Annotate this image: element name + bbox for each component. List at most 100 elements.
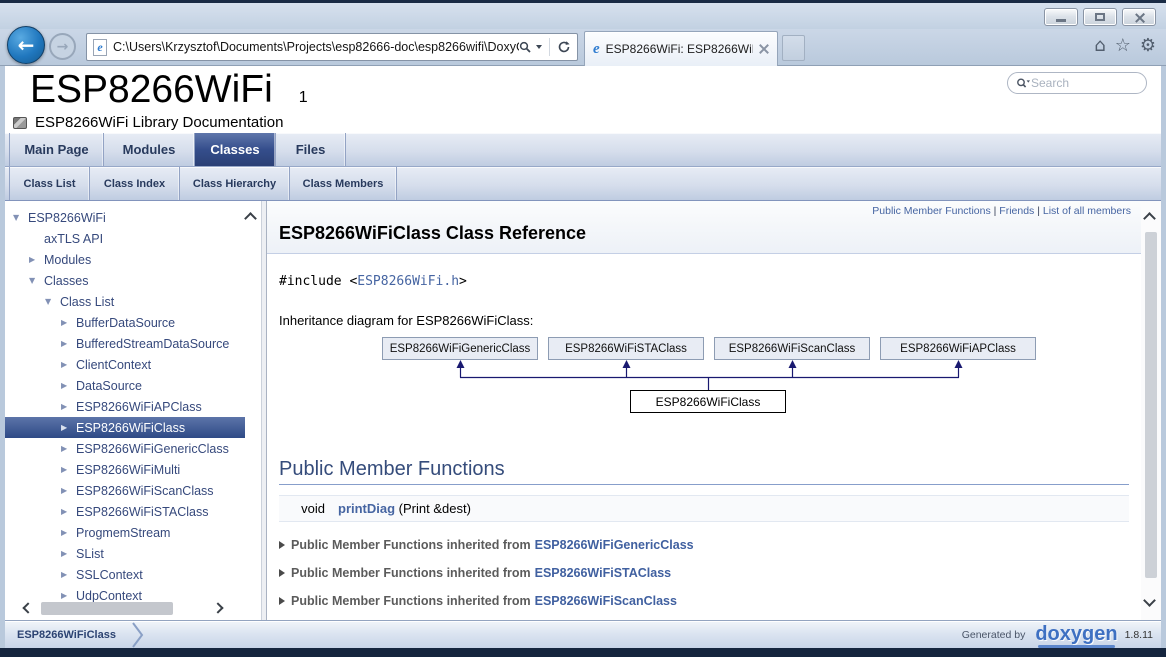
tree-item-label[interactable]: ESP8266WiFiGenericClass <box>76 442 229 456</box>
sub-nav-tab[interactable]: Class Hierarchy <box>180 167 290 200</box>
tree-item-label[interactable]: axTLS API <box>44 232 103 246</box>
scroll-left-icon[interactable] <box>21 603 31 615</box>
tree-expand-icon[interactable]: ▼ <box>29 276 44 285</box>
tree-item[interactable]: ▶ ClientContext <box>5 354 241 375</box>
search-box[interactable] <box>1007 72 1147 94</box>
tree-item[interactable]: ▼ ESP8266WiFi <box>5 207 241 228</box>
inherited-class-link[interactable]: ESP8266WiFiSTAClass <box>535 566 672 580</box>
tree-item[interactable]: ▶ BufferDataSource <box>5 312 241 333</box>
tree-item-label[interactable]: SSLContext <box>76 568 143 582</box>
sidebar-scroll-up-icon[interactable] <box>245 213 259 222</box>
settings-gear-icon[interactable]: ⚙ <box>1140 32 1156 60</box>
tree-expand-icon[interactable]: ▶ <box>61 423 76 432</box>
tree-expand-icon[interactable]: ▶ <box>61 360 76 369</box>
tree-item-label[interactable]: Class List <box>60 295 114 309</box>
favorites-star-icon[interactable]: ☆ <box>1115 32 1131 60</box>
doxygen-logo[interactable]: doxygen <box>1032 623 1120 648</box>
expand-arrow-icon[interactable] <box>279 569 285 577</box>
sub-nav-tab[interactable]: Class Index <box>90 167 180 200</box>
tree-expand-icon[interactable]: ▶ <box>61 549 76 558</box>
browser-tab[interactable]: e ESP8266WiFi: ESP8266WiFi... <box>584 31 778 66</box>
inherited-members-header[interactable]: Public Member Functions inherited from E… <box>279 531 1129 559</box>
summary-link[interactable]: Friends <box>999 205 1043 217</box>
inherited-members-header[interactable]: Public Member Functions inherited from E… <box>279 559 1129 587</box>
refresh-icon[interactable] <box>557 40 571 54</box>
back-button[interactable]: ← <box>7 26 45 64</box>
tree-item[interactable]: ▶ SList <box>5 543 241 564</box>
nav-tab[interactable]: Modules <box>104 133 195 166</box>
tree-item-label[interactable]: ProgmemStream <box>76 526 170 540</box>
member-function-link[interactable]: printDiag <box>338 501 395 516</box>
breadcrumb-item[interactable]: ESP8266WiFiClass <box>17 629 116 641</box>
tree-item-label[interactable]: Modules <box>44 253 91 267</box>
nav-tab[interactable]: Classes <box>195 133 276 166</box>
scrollbar-thumb[interactable] <box>1145 232 1157 578</box>
parent-class-box[interactable]: ESP8266WiFiGenericClass <box>382 337 538 360</box>
tree-item[interactable]: ▼ Class List <box>5 291 241 312</box>
tree-expand-icon[interactable]: ▶ <box>61 465 76 474</box>
forward-button[interactable]: → <box>49 33 76 60</box>
tree-expand-icon[interactable]: ▼ <box>13 213 28 222</box>
tree-expand-icon[interactable]: ▶ <box>61 318 76 327</box>
scroll-right-icon[interactable] <box>215 603 225 615</box>
minimize-button[interactable] <box>1044 8 1078 26</box>
tree-expand-icon[interactable]: ▶ <box>61 444 76 453</box>
tree-item-label[interactable]: ClientContext <box>76 358 151 372</box>
scroll-up-icon[interactable] <box>1144 213 1158 222</box>
summary-link[interactable]: List of all members <box>1043 205 1131 217</box>
tree-item[interactable]: ▶ BufferedStreamDataSource <box>5 333 241 354</box>
tree-item[interactable]: ▶ ESP8266WiFiClass <box>5 417 245 438</box>
tree-item-label[interactable]: BufferedStreamDataSource <box>76 337 229 351</box>
inherited-members-header[interactable]: Public Member Functions inherited from E… <box>279 587 1129 615</box>
scroll-down-icon[interactable] <box>1144 595 1158 604</box>
new-tab-button[interactable] <box>782 35 805 61</box>
search-icon[interactable] <box>519 41 532 54</box>
address-dropdown-icon[interactable] <box>536 45 542 49</box>
tree-item-label[interactable]: BufferDataSource <box>76 316 175 330</box>
tree-item[interactable]: ▶ ProgmemStream <box>5 522 241 543</box>
tree-item[interactable]: ▶ Modules <box>5 249 241 270</box>
tree-item-label[interactable]: ESP8266WiFiAPClass <box>76 400 202 414</box>
search-icon[interactable] <box>1016 77 1031 89</box>
tree-item-label[interactable]: ESP8266WiFi <box>28 211 106 225</box>
tree-item[interactable]: ▶ ESP8266WiFiScanClass <box>5 480 241 501</box>
close-button[interactable] <box>1122 8 1156 26</box>
tree-expand-icon[interactable]: ▼ <box>45 297 60 306</box>
scrollbar-thumb[interactable] <box>41 602 173 615</box>
tree-item-label[interactable]: ESP8266WiFiSTAClass <box>76 505 208 519</box>
tree-item[interactable]: axTLS API <box>5 228 241 249</box>
parent-class-box[interactable]: ESP8266WiFiSTAClass <box>548 337 704 360</box>
tree-item-label[interactable]: SList <box>76 547 104 561</box>
expand-arrow-icon[interactable] <box>279 597 285 605</box>
tree-expand-icon[interactable]: ▶ <box>61 381 76 390</box>
tree-item[interactable]: ▶ ESP8266WiFiAPClass <box>5 396 241 417</box>
sub-nav-tab[interactable]: Class List <box>9 167 90 200</box>
maximize-button[interactable] <box>1083 8 1117 26</box>
tree-item[interactable]: ▶ SSLContext <box>5 564 241 585</box>
parent-class-box[interactable]: ESP8266WiFiScanClass <box>714 337 870 360</box>
address-bar[interactable]: e C:\Users\Krzysztof\Documents\Projects\… <box>86 33 578 61</box>
tree-item-label[interactable]: ESP8266WiFiClass <box>76 421 185 435</box>
tree-expand-icon[interactable]: ▶ <box>61 507 76 516</box>
tree-expand-icon[interactable]: ▶ <box>61 528 76 537</box>
tree-item-label[interactable]: DataSource <box>76 379 142 393</box>
sub-nav-tab[interactable]: Class Members <box>290 167 397 200</box>
tree-item-label[interactable]: ESP8266WiFiScanClass <box>76 484 214 498</box>
tree-item[interactable]: ▶ ESP8266WiFiSTAClass <box>5 501 241 522</box>
tree-item[interactable]: ▼ Classes <box>5 270 241 291</box>
nav-tab[interactable]: Main Page <box>9 133 104 166</box>
tree-item[interactable]: ▶ ESP8266WiFiGenericClass <box>5 438 241 459</box>
tab-close-icon[interactable] <box>759 44 769 54</box>
nav-tab[interactable]: Files <box>276 133 346 166</box>
tree-expand-icon[interactable]: ▶ <box>61 570 76 579</box>
tree-item-label[interactable]: Classes <box>44 274 88 288</box>
tree-expand-icon[interactable]: ▶ <box>61 486 76 495</box>
tree-item[interactable]: ▶ DataSource <box>5 375 241 396</box>
tree-expand-icon[interactable]: ▶ <box>29 255 44 264</box>
content-scrollbar[interactable] <box>1141 201 1161 620</box>
include-file-link[interactable]: ESP8266WiFi.h <box>357 274 459 289</box>
home-icon[interactable]: ⌂ <box>1094 32 1105 60</box>
tree-expand-icon[interactable]: ▶ <box>61 339 76 348</box>
expand-arrow-icon[interactable] <box>279 541 285 549</box>
inherited-class-link[interactable]: ESP8266WiFiScanClass <box>535 594 677 608</box>
